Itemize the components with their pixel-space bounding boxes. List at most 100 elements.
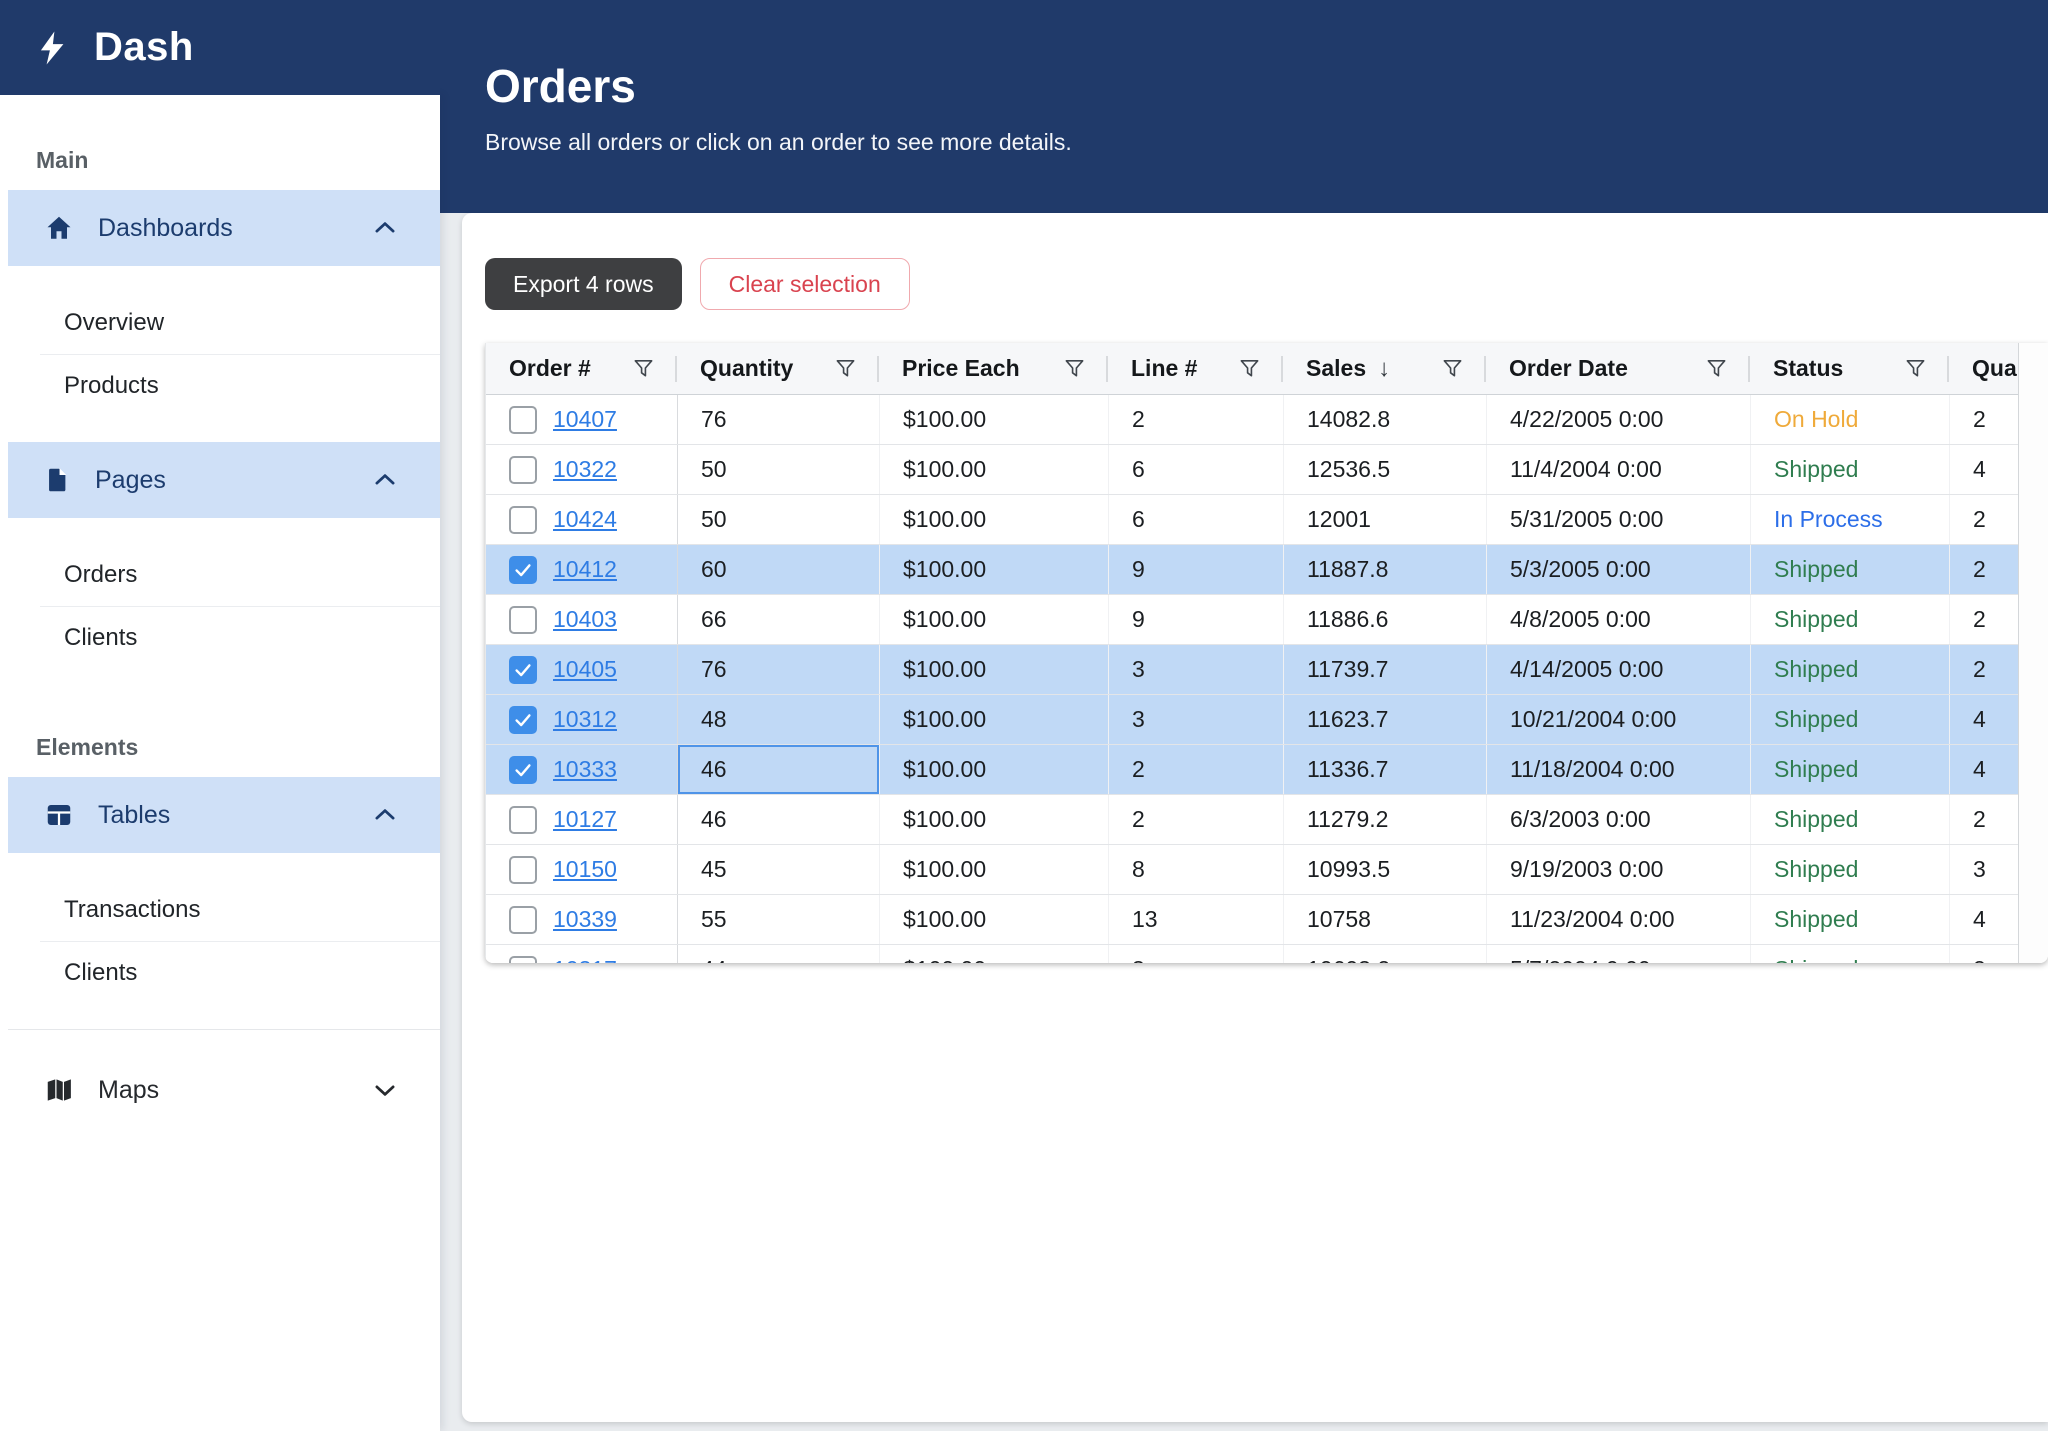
sales-cell[interactable]: 11336.7 (1283, 745, 1486, 794)
col-header-order[interactable]: Order # (486, 343, 677, 394)
sales-cell[interactable]: 12001 (1283, 495, 1486, 544)
sidebar-item-products[interactable]: Products (40, 354, 440, 416)
table-row[interactable]: 10412 60 $100.00 9 11887.8 5/3/2005 0:00… (486, 545, 2018, 595)
sidebar-item-dashboards[interactable]: Dashboards (8, 190, 440, 266)
table-row[interactable]: 10150 45 $100.00 8 10993.5 9/19/2003 0:0… (486, 845, 2018, 895)
date-cell[interactable]: 4/22/2005 0:00 (1486, 395, 1750, 444)
order-link[interactable]: 10405 (553, 656, 617, 683)
quarter-cell[interactable]: 2 (1949, 395, 2018, 444)
status-cell[interactable]: Shipped (1750, 645, 1949, 694)
date-cell[interactable]: 11/23/2004 0:00 (1486, 895, 1750, 944)
line-cell[interactable]: 6 (1108, 495, 1283, 544)
line-cell[interactable]: 2 (1108, 795, 1283, 844)
export-rows-button[interactable]: Export 4 rows (485, 258, 682, 310)
price-cell[interactable]: $100.00 (879, 695, 1108, 744)
filter-icon[interactable] (1904, 357, 1927, 380)
quantity-cell[interactable]: 45 (677, 845, 879, 894)
order-link[interactable]: 10312 (553, 706, 617, 733)
table-row[interactable]: 10424 50 $100.00 6 12001 5/31/2005 0:00 … (486, 495, 2018, 545)
table-row[interactable]: 10405 76 $100.00 3 11739.7 4/14/2005 0:0… (486, 645, 2018, 695)
line-cell[interactable]: 2 (1108, 395, 1283, 444)
filter-icon[interactable] (1705, 357, 1728, 380)
quantity-cell[interactable]: 46 (677, 795, 879, 844)
status-cell[interactable]: Shipped (1750, 745, 1949, 794)
row-checkbox[interactable] (509, 556, 537, 584)
price-cell[interactable]: $100.00 (879, 945, 1108, 963)
sidebar-item-overview[interactable]: Overview (40, 292, 440, 354)
order-cell[interactable]: 10339 (486, 895, 677, 944)
price-cell[interactable]: $100.00 (879, 895, 1108, 944)
col-header-date[interactable]: Order Date (1486, 343, 1750, 394)
quarter-cell[interactable]: 4 (1949, 895, 2018, 944)
status-cell[interactable]: Shipped (1750, 595, 1949, 644)
col-header-sales[interactable]: Sales ↓ (1283, 343, 1486, 394)
quantity-cell-focused[interactable]: 46 (677, 745, 879, 794)
sidebar-item-transactions[interactable]: Transactions (40, 879, 440, 941)
line-cell[interactable]: 6 (1108, 445, 1283, 494)
sales-cell[interactable]: 10993.5 (1283, 845, 1486, 894)
line-cell[interactable]: 9 (1108, 595, 1283, 644)
quarter-cell[interactable]: 4 (1949, 695, 2018, 744)
order-link[interactable]: 10407 (553, 406, 617, 433)
order-link[interactable]: 10424 (553, 506, 617, 533)
date-cell[interactable]: 9/19/2003 0:00 (1486, 845, 1750, 894)
quantity-cell[interactable]: 50 (677, 445, 879, 494)
row-checkbox[interactable] (509, 806, 537, 834)
order-link[interactable]: 10127 (553, 806, 617, 833)
price-cell[interactable]: $100.00 (879, 445, 1108, 494)
row-checkbox[interactable] (509, 506, 537, 534)
date-cell[interactable]: 11/4/2004 0:00 (1486, 445, 1750, 494)
row-checkbox[interactable] (509, 406, 537, 434)
filter-icon[interactable] (1063, 357, 1086, 380)
order-cell[interactable]: 10317 (486, 945, 677, 963)
table-row[interactable]: 10322 50 $100.00 6 12536.5 11/4/2004 0:0… (486, 445, 2018, 495)
price-cell[interactable]: $100.00 (879, 795, 1108, 844)
order-cell[interactable]: 10150 (486, 845, 677, 894)
date-cell[interactable]: 11/18/2004 0:00 (1486, 745, 1750, 794)
table-row[interactable]: 10407 76 $100.00 2 14082.8 4/22/2005 0:0… (486, 395, 2018, 445)
order-link[interactable]: 10339 (553, 906, 617, 933)
quantity-cell[interactable]: 48 (677, 695, 879, 744)
col-header-price[interactable]: Price Each (879, 343, 1108, 394)
sidebar-item-orders[interactable]: Orders (40, 544, 440, 606)
quantity-cell[interactable]: 76 (677, 645, 879, 694)
quarter-cell[interactable]: 2 (1949, 595, 2018, 644)
sidebar-item-maps[interactable]: Maps (8, 1052, 440, 1128)
sales-cell[interactable]: 10758 (1283, 895, 1486, 944)
table-row[interactable]: 10312 48 $100.00 3 11623.7 10/21/2004 0:… (486, 695, 2018, 745)
status-cell[interactable]: Shipped (1750, 795, 1949, 844)
order-cell[interactable]: 10333 (486, 745, 677, 794)
row-checkbox[interactable] (509, 606, 537, 634)
status-cell[interactable]: On Hold (1750, 395, 1949, 444)
date-cell[interactable]: 10/21/2004 0:00 (1486, 695, 1750, 744)
quantity-cell[interactable]: 66 (677, 595, 879, 644)
order-link[interactable]: 10403 (553, 606, 617, 633)
table-row-clipped[interactable]: 10317 44 $100.00 3 10603.2 5/7/2004 0:00… (486, 945, 2018, 963)
status-cell[interactable]: Shipped (1750, 845, 1949, 894)
filter-icon[interactable] (632, 357, 655, 380)
price-cell[interactable]: $100.00 (879, 395, 1108, 444)
line-cell[interactable]: 3 (1108, 695, 1283, 744)
col-header-line[interactable]: Line # (1108, 343, 1283, 394)
quantity-cell[interactable]: 44 (677, 945, 879, 963)
vertical-scrollbar[interactable] (2018, 343, 2048, 963)
order-cell[interactable]: 10407 (486, 395, 677, 444)
price-cell[interactable]: $100.00 (879, 545, 1108, 594)
filter-icon[interactable] (1238, 357, 1261, 380)
quantity-cell[interactable]: 76 (677, 395, 879, 444)
price-cell[interactable]: $100.00 (879, 645, 1108, 694)
row-checkbox[interactable] (509, 906, 537, 934)
col-header-quarter[interactable]: Qua (1949, 343, 2018, 394)
line-cell[interactable]: 8 (1108, 845, 1283, 894)
row-checkbox[interactable] (509, 706, 537, 734)
table-row[interactable]: 10333 46 $100.00 2 11336.7 11/18/2004 0:… (486, 745, 2018, 795)
quantity-cell[interactable]: 50 (677, 495, 879, 544)
date-cell[interactable]: 5/3/2005 0:00 (1486, 545, 1750, 594)
table-row[interactable]: 10127 46 $100.00 2 11279.2 6/3/2003 0:00… (486, 795, 2018, 845)
row-checkbox[interactable] (509, 856, 537, 884)
quarter-cell[interactable]: 4 (1949, 445, 2018, 494)
col-header-quantity[interactable]: Quantity (677, 343, 879, 394)
row-checkbox[interactable] (509, 656, 537, 684)
order-link[interactable]: 10317 (553, 956, 617, 963)
order-cell[interactable]: 10127 (486, 795, 677, 844)
